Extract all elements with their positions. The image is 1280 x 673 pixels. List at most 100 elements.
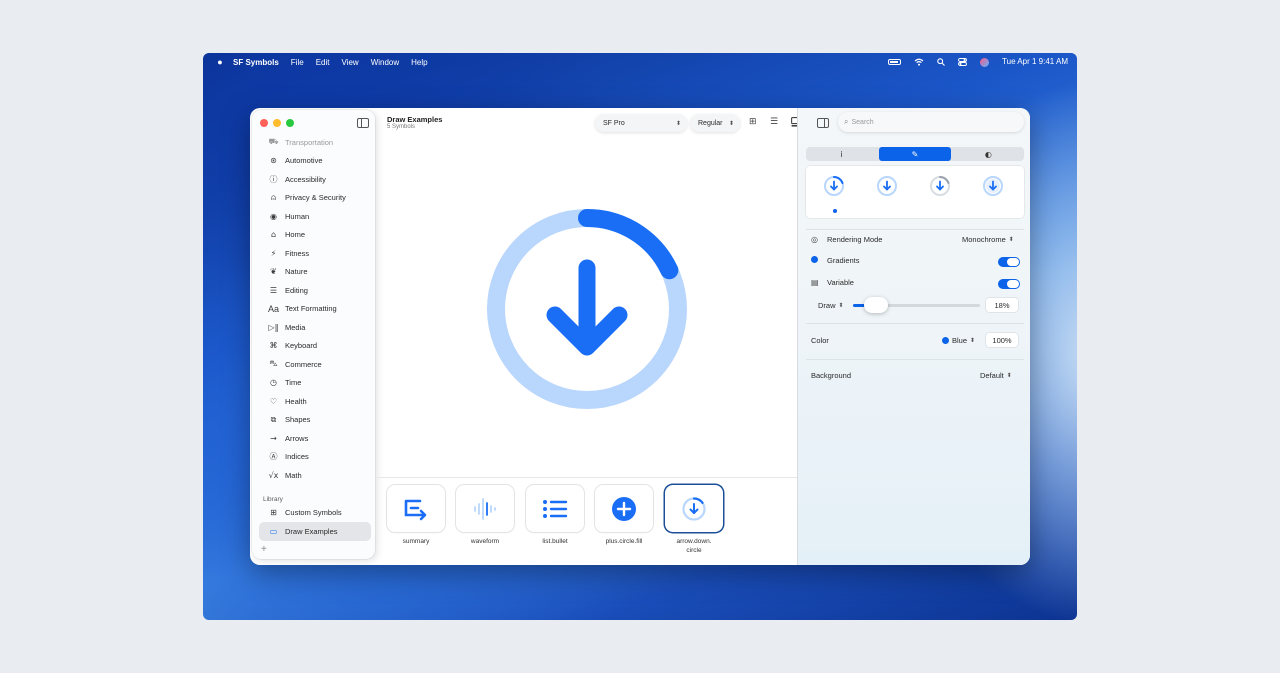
shapes-icon: ⧉ — [270, 414, 277, 424]
menu-file[interactable]: File — [291, 58, 304, 67]
variant-preview-4[interactable] — [982, 175, 1004, 197]
search-field[interactable]: ⌕ Search — [838, 112, 1024, 132]
gradients-toggle[interactable] — [998, 257, 1020, 267]
chevron-updown-icon: ⬍ — [675, 120, 681, 127]
variant-previews — [806, 166, 1024, 218]
tab-rendering[interactable]: ✎ — [879, 147, 951, 161]
category-list: ⛟ Transportation ⊛ Automotive ⓘ Accessib… — [259, 133, 371, 541]
command-icon: ⌘ — [269, 341, 278, 351]
menu-bar-clock[interactable]: Tue Apr 1 9:41 AM — [1002, 58, 1068, 66]
lock-icon: ⍝ — [271, 192, 276, 202]
background-value: Default — [980, 371, 1004, 380]
font-select-value: SF Pro — [603, 119, 625, 127]
sidebar-item-math[interactable]: √x Math — [259, 466, 371, 485]
draw-percent-field[interactable]: 18% — [986, 298, 1018, 312]
inspector-toggle-icon[interactable] — [817, 118, 829, 128]
sidebar-item-custom-symbols[interactable]: ⊞ Custom Symbols — [259, 504, 371, 523]
sidebar-item-automotive[interactable]: ⊛ Automotive — [259, 152, 371, 171]
grid-view-icon[interactable]: ⊞ — [749, 117, 757, 127]
sidebar-item-time[interactable]: ◷ Time — [259, 374, 371, 393]
sidebar-item-home[interactable]: ⌂ Home — [259, 226, 371, 245]
menu-edit[interactable]: Edit — [316, 58, 330, 67]
rendering-mode-select[interactable]: Monochrome ⬍ — [962, 235, 1014, 244]
sidebar-item-accessibility[interactable]: ⓘ Accessibility — [259, 170, 371, 189]
symbol-tile-list-bullet[interactable] — [526, 485, 584, 532]
font-select[interactable]: SF Pro ⬍ — [595, 114, 687, 132]
sidebar-item-text-formatting[interactable]: Aa Text Formatting — [259, 300, 371, 319]
rendering-mode-label: Rendering Mode — [827, 235, 883, 244]
close-window-button[interactable] — [260, 119, 268, 127]
color-opacity-field[interactable]: 100% — [986, 333, 1018, 347]
chevron-updown-icon: ⬍ — [838, 303, 844, 309]
sidebar-item-transportation[interactable]: ⛟ Transportation — [259, 133, 371, 152]
sidebar-item-draw-examples[interactable]: ▭ Draw Examples — [259, 522, 371, 541]
wifi-icon[interactable] — [914, 58, 924, 66]
variable-label: Variable — [827, 278, 854, 287]
minimize-window-button[interactable] — [273, 119, 281, 127]
chevron-updown-icon: ⬍ — [728, 120, 734, 127]
variable-toggle[interactable] — [998, 279, 1020, 289]
tab-info[interactable]: i — [806, 147, 877, 161]
sidebar-item-label: Time — [285, 378, 302, 388]
rendering-mode-row: ◎ Rendering Mode — [811, 235, 882, 244]
house-icon: ⌂ — [270, 230, 277, 240]
sidebar-item-label: Arrows — [285, 433, 309, 443]
sidebar-item-label: Accessibility — [285, 174, 326, 184]
sidebar-item-arrows[interactable]: → Arrows — [259, 429, 371, 448]
figure-run-icon: ⚡ — [270, 248, 277, 258]
search-icon[interactable] — [937, 58, 945, 66]
variant-preview-3[interactable] — [929, 175, 951, 197]
battery-icon[interactable] — [888, 59, 902, 65]
cart-icon: ⛍ — [269, 359, 278, 369]
variant-preview-2[interactable] — [876, 175, 898, 197]
menu-window[interactable]: Window — [371, 58, 399, 67]
chevron-updown-icon: ⬍ — [1008, 237, 1014, 243]
plus-circle-fill-icon — [612, 496, 636, 521]
sidebar-toggle-icon[interactable] — [357, 118, 369, 128]
sidebar-item-label: Fitness — [285, 248, 310, 258]
sidebar-item-nature[interactable]: ❦ Nature — [259, 263, 371, 282]
menu-help[interactable]: Help — [411, 58, 427, 67]
sidebar-item-commerce[interactable]: ⛍ Commerce — [259, 355, 371, 374]
sidebar-item-media[interactable]: ▷‖ Media — [259, 318, 371, 337]
sidebar-item-fitness[interactable]: ⚡ Fitness — [259, 244, 371, 263]
menu-view[interactable]: View — [341, 58, 358, 67]
app-menu[interactable]: SF Symbols — [233, 58, 279, 67]
symbol-tile-waveform[interactable] — [456, 485, 514, 532]
sidebar-item-privacy-security[interactable]: ⍝ Privacy & Security — [259, 189, 371, 208]
symbol-tile-plus-circle-fill[interactable] — [595, 485, 653, 532]
weight-select[interactable]: Regular ⬍ — [690, 114, 740, 132]
symbol-tile-arrow-down-circle[interactable] — [665, 485, 723, 532]
sidebar-item-shapes[interactable]: ⧉ Shapes — [259, 411, 371, 430]
variant-preview-1[interactable] — [823, 175, 845, 197]
tab-animation[interactable]: ◐ — [953, 147, 1024, 161]
symbol-name: arrow.down. circle — [676, 538, 712, 554]
control-center-icon[interactable] — [958, 58, 967, 66]
draw-slider-thumb[interactable] — [863, 297, 888, 313]
zoom-window-button[interactable] — [286, 119, 294, 127]
list-view-icon[interactable]: ☰ — [770, 117, 778, 127]
sidebar-item-health[interactable]: ♡ Health — [259, 392, 371, 411]
clock-icon: ◷ — [270, 378, 277, 388]
sidebar-item-keyboard[interactable]: ⌘ Keyboard — [259, 337, 371, 356]
background-select[interactable]: Default ⬍ — [980, 371, 1012, 380]
sidebar-item-human[interactable]: ◉ Human — [259, 207, 371, 226]
sf-symbols-window: ⛟ Transportation ⊛ Automotive ⓘ Accessib… — [250, 108, 1030, 565]
palette-icon: ◎ — [811, 235, 818, 244]
symbol-preview — [487, 209, 687, 409]
add-collection-button[interactable]: + — [261, 544, 267, 555]
chevron-updown-icon: ⬍ — [1006, 373, 1012, 379]
arrow-right-icon: → — [270, 433, 277, 443]
sidebar-item-label: Human — [285, 211, 310, 221]
sidebar-item-editing[interactable]: ☰ Editing — [259, 281, 371, 300]
sidebar-item-indices[interactable]: Ⓐ Indices — [259, 448, 371, 467]
symbol-tile-summary[interactable] — [387, 485, 445, 532]
symbol-name: waveform — [470, 538, 500, 545]
search-placeholder: Search — [851, 118, 874, 126]
siri-icon[interactable] — [980, 57, 990, 67]
color-select[interactable]: Blue ⬍ — [942, 336, 975, 345]
apple-menu-icon[interactable]: ● — [215, 57, 225, 67]
search-icon: ⌕ — [844, 117, 849, 126]
draw-mode-select[interactable]: Draw ⬍ — [818, 301, 844, 310]
info-icon: i — [840, 149, 843, 159]
